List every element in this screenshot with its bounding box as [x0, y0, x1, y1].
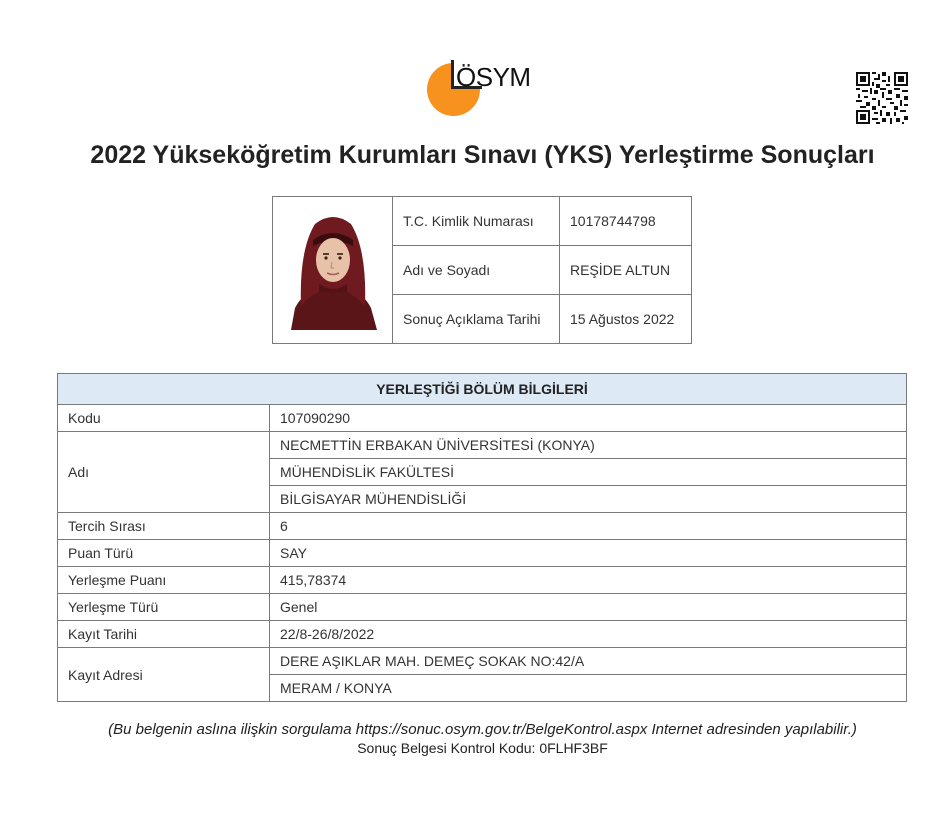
tercih-label: Tercih Sırası — [57, 512, 270, 540]
verification-note: (Bu belgenin aslına ilişkin sorgulama ht… — [108, 721, 857, 738]
placement-header-row: YERLEŞTİĞİ BÖLÜM BİLGİLERİ — [57, 373, 907, 405]
date-value: 15 Ağustos 2022 — [559, 294, 692, 344]
tc-label: T.C. Kimlik Numarası — [392, 196, 560, 246]
page-title: 2022 Yükseköğretim Kurumları Sınavı (YKS… — [90, 141, 875, 169]
puan-turu-label: Puan Türü — [57, 539, 270, 567]
qr-code-icon — [856, 72, 908, 124]
table-row: Yerleşme Türü Genel — [57, 593, 907, 621]
puan-label: Yerleşme Puanı — [57, 566, 270, 594]
date-label: Sonuç Açıklama Tarihi — [392, 294, 560, 344]
table-row: Kodu 107090290 — [57, 404, 907, 432]
table-row: Puan Türü SAY — [57, 539, 907, 567]
info-row-tc: T.C. Kimlik Numarası 10178744798 — [272, 196, 692, 344]
name-label: Adı ve Soyadı — [392, 245, 560, 295]
table-row: Kayıt Adresi DERE AŞIKLAR MAH. DEMEÇ SOK… — [57, 647, 907, 702]
address-line-1: DERE AŞIKLAR MAH. DEMEÇ SOKAK NO:42/A — [269, 647, 907, 675]
puan-value: 415,78374 — [269, 566, 907, 594]
adi-label: Adı — [57, 431, 270, 513]
table-row: Kayıt Tarihi 22/8-26/8/2022 — [57, 620, 907, 648]
osym-logo-text: ÖSYM — [456, 62, 531, 92]
tercih-value: 6 — [269, 512, 907, 540]
kayit-tarihi-label: Kayıt Tarihi — [57, 620, 270, 648]
puan-turu-value: SAY — [269, 539, 907, 567]
placement-table: YERLEŞTİĞİ BÖLÜM BİLGİLERİ Kodu 10709029… — [57, 373, 907, 702]
table-row: Yerleşme Puanı 415,78374 — [57, 566, 907, 594]
university-value: NECMETTİN ERBAKAN ÜNİVERSİTESİ (KONYA) — [269, 431, 907, 459]
faculty-value: MÜHENDİSLİK FAKÜLTESİ — [269, 458, 907, 486]
placement-heading: YERLEŞTİĞİ BÖLÜM BİLGİLERİ — [57, 373, 907, 405]
table-row: Tercih Sırası 6 — [57, 512, 907, 540]
kayit-tarihi-value: 22/8-26/8/2022 — [269, 620, 907, 648]
kodu-value: 107090290 — [269, 404, 907, 432]
table-row: Adı NECMETTİN ERBAKAN ÜNİVERSİTESİ (KONY… — [57, 431, 907, 513]
address-line-2: MERAM / KONYA — [269, 674, 907, 702]
personal-info-table: T.C. Kimlik Numarası 10178744798 Adı ve … — [272, 196, 692, 344]
control-code: Sonuç Belgesi Kontrol Kodu: 0FLHF3BF — [357, 740, 608, 756]
photo-cell — [272, 196, 393, 344]
osym-logo: ÖSYM — [427, 60, 542, 118]
portrait-photo — [284, 210, 381, 330]
department-value: BİLGİSAYAR MÜHENDİSLİĞİ — [269, 485, 907, 513]
yerlesme-turu-value: Genel — [269, 593, 907, 621]
name-value: REŞİDE ALTUN — [559, 245, 692, 295]
yerlesme-turu-label: Yerleşme Türü — [57, 593, 270, 621]
kodu-label: Kodu — [57, 404, 270, 432]
tc-value: 10178744798 — [559, 196, 692, 246]
kayit-adresi-label: Kayıt Adresi — [57, 647, 270, 702]
